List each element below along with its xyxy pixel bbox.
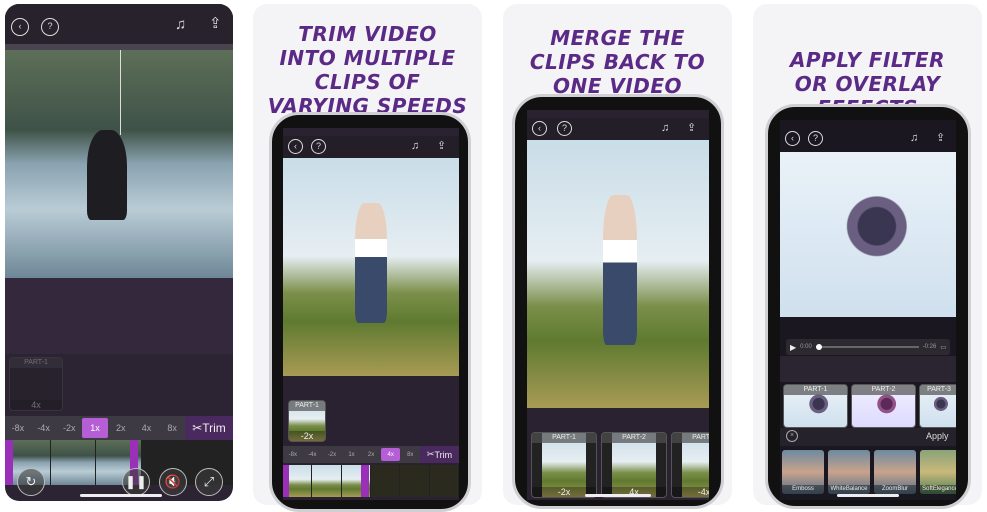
speed-option[interactable]: -2x xyxy=(322,452,342,458)
trim-handle-left[interactable] xyxy=(283,465,289,497)
help-icon[interactable]: ? xyxy=(808,131,823,146)
panel-4: APPLY FILTER OR OVERLAY EFFECTS ‹ ? ♫ ⇪ … xyxy=(753,4,982,509)
help-icon[interactable]: ? xyxy=(557,121,572,136)
speed-option[interactable]: -4x xyxy=(303,452,323,458)
filter-option[interactable]: WhiteBalance xyxy=(828,450,870,494)
close-icon[interactable]: × xyxy=(786,430,798,442)
clip-part[interactable]: PART-2 xyxy=(851,384,916,428)
speed-option[interactable]: -8x xyxy=(5,423,31,433)
pause-icon[interactable]: ❚❚ xyxy=(122,468,150,496)
toolbar: ‹ ? ♫ ⇪ xyxy=(5,4,233,44)
video-preview[interactable] xyxy=(780,152,956,317)
clip-part[interactable]: PART-1 -2x xyxy=(531,432,597,498)
share-icon[interactable]: ⇪ xyxy=(209,16,222,31)
speed-selector[interactable]: -8x -4x -2x 1x 2x 4x 8x xyxy=(283,446,420,463)
panel-heading: TRIM VIDEO INTO MULTIPLE CLIPS OF VARYIN… xyxy=(267,22,468,118)
apply-button[interactable]: Apply xyxy=(926,431,949,441)
speed-option[interactable]: 1x xyxy=(342,452,362,458)
share-icon[interactable]: ⇪ xyxy=(687,121,696,135)
music-icon[interactable]: ♫ xyxy=(411,139,419,153)
back-icon[interactable]: ‹ xyxy=(532,121,547,136)
clip-part[interactable]: PART-3-4x xyxy=(671,432,709,498)
mute-icon[interactable]: 🔇 xyxy=(159,468,187,496)
video-preview[interactable] xyxy=(283,158,459,376)
panel-heading: MERGE THE CLIPS BACK TO ONE VIDEO xyxy=(529,26,706,98)
seek-slider[interactable] xyxy=(815,344,919,350)
speed-option-selected[interactable]: 4x xyxy=(380,447,401,462)
music-icon[interactable]: ♫ xyxy=(910,131,918,145)
speed-option[interactable]: 4x xyxy=(134,423,160,433)
speed-option[interactable]: 2x xyxy=(361,452,381,458)
trim-handle-right[interactable] xyxy=(361,465,369,497)
scissors-icon: ✂ xyxy=(426,449,435,459)
clip-part[interactable]: PART-1 xyxy=(783,384,848,428)
help-icon[interactable]: ? xyxy=(311,139,326,154)
speed-option[interactable]: 8x xyxy=(159,423,185,433)
panel-1-app-screen: ‹ ? ♫ ⇪ PART-1 4x -8x -4x -2x 1x 2x 4x 8… xyxy=(5,4,233,501)
player-bar[interactable]: ▶ 0:00 -0:26 ▭ xyxy=(786,339,950,355)
share-icon[interactable]: ⇪ xyxy=(437,139,446,153)
speed-option[interactable]: -8x xyxy=(283,452,303,458)
back-icon[interactable]: ‹ xyxy=(11,18,29,36)
back-icon[interactable]: ‹ xyxy=(785,131,800,146)
speed-option[interactable]: 8x xyxy=(400,452,420,458)
timeline-filmstrip[interactable] xyxy=(283,465,459,497)
expand-icon[interactable]: ⤢ xyxy=(195,468,223,496)
speed-option-selected[interactable]: 1x xyxy=(82,418,108,438)
panel-3: MERGE THE CLIPS BACK TO ONE VIDEO ‹ ? ♫ … xyxy=(503,4,732,509)
video-preview[interactable] xyxy=(5,50,233,278)
trim-button[interactable]: ✂ Trim xyxy=(420,446,459,463)
help-icon[interactable]: ? xyxy=(41,18,59,36)
trim-button[interactable]: ✂ Trim xyxy=(185,416,233,440)
play-icon[interactable]: ▶ xyxy=(790,343,796,352)
filter-option[interactable]: SoftElegance xyxy=(920,450,956,494)
speed-option[interactable]: -2x xyxy=(56,423,82,433)
video-preview[interactable] xyxy=(527,140,709,408)
filter-option[interactable]: ZoomBlur xyxy=(874,450,916,494)
back-icon[interactable]: ‹ xyxy=(288,139,303,154)
rotate-icon[interactable]: ↻ xyxy=(17,468,45,496)
clip-part-1[interactable]: PART-1 4x xyxy=(9,357,63,411)
scissors-icon: ✂ xyxy=(192,421,203,435)
speed-option[interactable]: -4x xyxy=(31,423,57,433)
clip-part[interactable]: PART-2 4x xyxy=(601,432,667,498)
airplay-icon[interactable]: ▭ xyxy=(940,344,946,351)
speed-option[interactable]: 2x xyxy=(108,423,134,433)
share-icon[interactable]: ⇪ xyxy=(936,131,945,145)
clip-part-1[interactable]: PART-1 -2x xyxy=(288,400,326,442)
filter-option[interactable]: Emboss xyxy=(782,450,824,494)
clip-part[interactable]: PART-3 xyxy=(919,384,956,428)
trim-handle-left[interactable] xyxy=(5,440,13,485)
panel-2: TRIM VIDEO INTO MULTIPLE CLIPS OF VARYIN… xyxy=(253,4,482,512)
music-icon[interactable]: ♫ xyxy=(661,121,669,135)
music-icon[interactable]: ♫ xyxy=(175,17,186,32)
speed-selector[interactable]: -8x -4x -2x 1x 2x 4x 8x xyxy=(5,416,185,440)
